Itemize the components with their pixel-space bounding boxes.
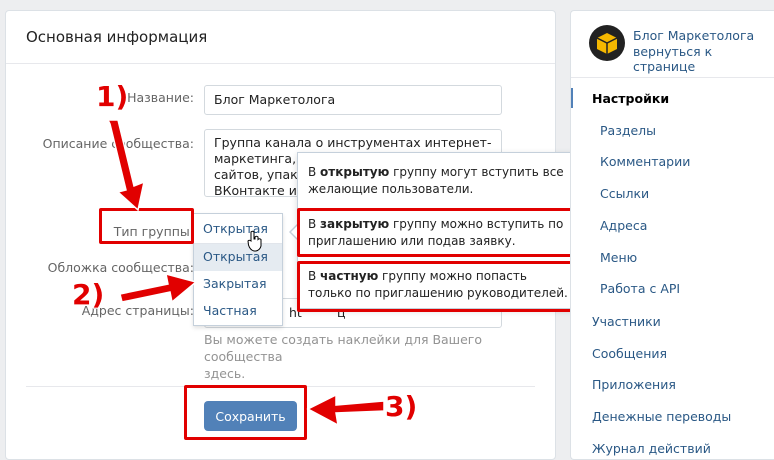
side-item-action-log[interactable]: Журнал действий <box>592 441 711 456</box>
side-item-members[interactable]: Участники <box>592 314 661 329</box>
side-item-addresses[interactable]: Адреса <box>600 218 647 233</box>
side-item-links[interactable]: Ссылки <box>600 186 649 201</box>
side-item-messages[interactable]: Сообщения <box>592 346 667 361</box>
community-avatar[interactable] <box>589 25 625 61</box>
arrow-right-icon <box>119 272 198 304</box>
side-menu-card: Блог Маркетолога вернуться к странице На… <box>570 10 774 460</box>
side-item-money-transfers[interactable]: Денежные переводы <box>592 409 731 424</box>
side-item-apps[interactable]: Приложения <box>592 377 676 392</box>
title-divider <box>6 63 555 64</box>
side-divider <box>571 77 774 78</box>
arrow-left-icon <box>306 393 385 427</box>
tooltip-open-text: В открытую группу могут вступить все жел… <box>308 165 564 196</box>
group-type-dropdown[interactable]: Открытая Открытая Закрытая Частная <box>193 213 283 326</box>
side-item-sections[interactable]: Разделы <box>600 123 656 138</box>
annotation-number-1: 1) <box>96 80 129 113</box>
option-private[interactable]: Частная <box>194 298 282 325</box>
option-closed[interactable]: Закрытая <box>194 271 282 298</box>
side-item-api[interactable]: Работа с API <box>600 281 680 296</box>
description-line-1: Группа канала о инструментах интернет- <box>214 135 492 150</box>
annotation-box-type-label <box>99 208 194 244</box>
community-name-link[interactable]: Блог Маркетолога <box>633 28 754 43</box>
arrow-down-icon <box>106 119 146 212</box>
annotation-number-2: 2) <box>72 278 105 311</box>
name-input[interactable]: Блог Маркетолога <box>204 85 502 115</box>
side-item-settings[interactable]: Настройки <box>592 91 669 106</box>
stickers-hint: Вы можете создать наклейки для Вашего со… <box>204 331 555 382</box>
section-title: Основная информация <box>26 28 208 46</box>
group-type-selected[interactable]: Открытая <box>194 214 282 244</box>
side-item-menu[interactable]: Меню <box>600 250 637 265</box>
name-label: Название: <box>127 90 194 105</box>
annotation-number-3: 3) <box>385 390 418 423</box>
annotation-box-closed <box>297 208 575 257</box>
stickers-hint-line-2: здесь. <box>204 366 246 381</box>
annotation-box-save <box>184 385 307 440</box>
side-item-comments[interactable]: Комментарии <box>600 154 690 169</box>
active-item-indicator <box>571 88 573 108</box>
cube-logo-icon <box>596 33 618 54</box>
back-to-page-link[interactable]: вернуться к странице <box>633 44 774 74</box>
annotation-box-private <box>297 261 575 312</box>
stickers-hint-line-1: Вы можете создать наклейки для Вашего со… <box>204 332 483 364</box>
option-open[interactable]: Открытая <box>194 244 282 271</box>
hand-cursor-icon <box>247 230 262 252</box>
